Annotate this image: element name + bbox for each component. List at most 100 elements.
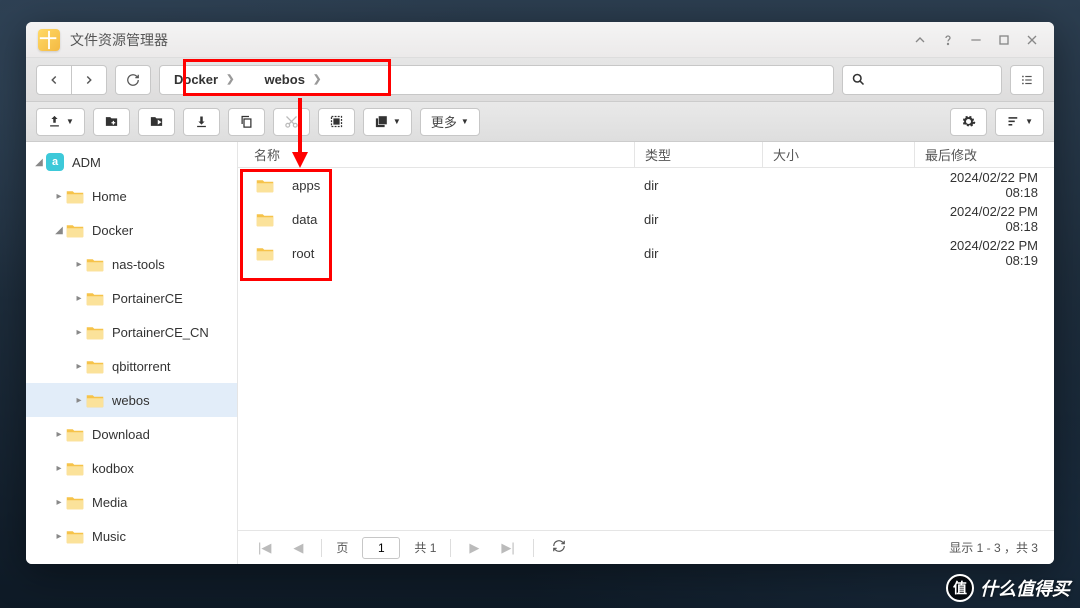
tree-toggle-icon[interactable]: ▸ — [72, 257, 86, 271]
tree-toggle-icon[interactable]: ▸ — [52, 427, 66, 441]
file-date: 2024/02/22 PM 08:18 — [914, 168, 1054, 202]
file-row[interactable]: appsdir2024/02/22 PM 08:18 — [238, 168, 1054, 202]
tree-label: Download — [92, 427, 150, 442]
folder-icon — [66, 563, 84, 565]
folder-icon — [86, 359, 104, 374]
tree-label: PortainerCE — [112, 291, 183, 306]
maximize-button[interactable] — [990, 26, 1018, 54]
pager: |◀ ◀ 页 共 1 ▶ ▶| 显示 1 - 3 ，共 3 — [238, 530, 1054, 564]
page-prev-button[interactable]: ◀ — [289, 540, 307, 556]
tree-toggle-icon[interactable]: ▸ — [72, 359, 86, 373]
tree-item-qbittorrent[interactable]: ▸ qbittorrent — [26, 349, 237, 383]
folder-icon — [66, 427, 84, 442]
breadcrumb-item-docker[interactable]: Docker ❯ — [174, 72, 234, 87]
tree-item-webos[interactable]: ▸webos — [26, 383, 237, 417]
column-size[interactable]: 大小 — [762, 142, 914, 167]
tree-item-download[interactable]: ▸ Download — [26, 417, 237, 451]
tree-item-home[interactable]: ▸ Home — [26, 179, 237, 213]
tree-label: Docker — [92, 223, 133, 238]
folder-icon — [66, 461, 84, 476]
column-date[interactable]: 最后修改 — [914, 142, 1054, 167]
tree-label: kodbox — [92, 461, 134, 476]
breadcrumb[interactable]: Docker ❯ webos ❯ — [159, 65, 834, 95]
tree-item-plex[interactable]: ▸Plex — [26, 553, 237, 564]
folder-icon — [256, 246, 274, 261]
tree-label: qbittorrent — [112, 359, 171, 374]
caret-down-icon: ▼ — [461, 117, 469, 126]
tree-toggle-icon[interactable]: ▸ — [52, 529, 66, 543]
folder-icon — [256, 212, 274, 227]
file-manager-window: 文件资源管理器 Docker — [26, 22, 1054, 564]
tree-toggle-icon[interactable]: ◢ — [52, 223, 66, 237]
file-size — [762, 236, 914, 270]
tree-toggle-icon[interactable]: ◢ — [32, 155, 46, 169]
download-button[interactable] — [183, 108, 220, 136]
folder-icon — [66, 529, 84, 544]
titlebar: 文件资源管理器 — [26, 22, 1054, 58]
cut-button[interactable] — [273, 108, 310, 136]
adm-icon: a — [46, 153, 64, 171]
chevron-right-icon: ❯ — [226, 74, 234, 85]
page-last-button[interactable]: ▶| — [497, 540, 518, 556]
new-folder-button[interactable] — [93, 108, 130, 136]
view-list-button[interactable] — [1010, 65, 1044, 95]
tree-toggle-icon[interactable]: ▸ — [72, 393, 86, 407]
search-input[interactable] — [842, 65, 1002, 95]
tree-toggle-icon[interactable]: ▸ — [52, 563, 66, 564]
forward-button[interactable] — [72, 65, 107, 95]
file-type: dir — [634, 202, 762, 236]
new-folder-shared-button[interactable] — [138, 108, 175, 136]
tree-item-docker[interactable]: ◢ Docker — [26, 213, 237, 247]
folder-icon — [256, 178, 274, 193]
back-button[interactable] — [36, 65, 72, 95]
tree-root[interactable]: ◢aADM — [26, 145, 237, 179]
caret-down-icon: ▼ — [393, 117, 401, 126]
sort-button[interactable]: ▼ — [995, 108, 1044, 136]
page-refresh-button[interactable] — [548, 539, 570, 556]
page-next-button[interactable]: ▶ — [465, 540, 483, 556]
minimize-button[interactable] — [962, 26, 990, 54]
file-date: 2024/02/22 PM 08:18 — [914, 202, 1054, 236]
file-name: data — [292, 212, 317, 227]
page-first-button[interactable]: |◀ — [254, 540, 275, 556]
tree-item-media[interactable]: ▸ Media — [26, 485, 237, 519]
tree-toggle-icon[interactable]: ▸ — [72, 291, 86, 305]
column-name[interactable]: 名称 — [238, 145, 634, 164]
column-type[interactable]: 类型 — [634, 142, 762, 167]
settings-button[interactable] — [950, 108, 987, 136]
tree-item-music[interactable]: ▸Music — [26, 519, 237, 553]
help-button[interactable] — [934, 26, 962, 54]
properties-button[interactable]: ▼ — [363, 108, 412, 136]
page-input[interactable] — [362, 537, 400, 559]
close-button[interactable] — [1018, 26, 1046, 54]
search-icon — [851, 72, 866, 87]
tree-label: Home — [92, 189, 127, 204]
more-button[interactable]: 更多 ▼ — [420, 108, 480, 136]
file-row[interactable]: rootdir2024/02/22 PM 08:19 — [238, 236, 1054, 270]
tree-toggle-icon[interactable]: ▸ — [52, 461, 66, 475]
folder-icon — [66, 495, 84, 510]
tree-toggle-icon[interactable]: ▸ — [52, 189, 66, 203]
file-row[interactable]: data dir 2024/02/22 PM 08:18 — [238, 202, 1054, 236]
upload-button[interactable]: ▼ — [36, 108, 85, 136]
tree-label: PortainerCE_CN — [112, 325, 209, 340]
collapse-button[interactable] — [906, 26, 934, 54]
file-date: 2024/02/22 PM 08:19 — [914, 236, 1054, 270]
select-all-button[interactable] — [318, 108, 355, 136]
tree-label: Media — [92, 495, 127, 510]
breadcrumb-item-webos[interactable]: webos ❯ — [264, 72, 321, 87]
caret-down-icon: ▼ — [66, 117, 74, 126]
tree-item-portainerce_cn[interactable]: ▸ PortainerCE_CN — [26, 315, 237, 349]
tree-toggle-icon[interactable]: ▸ — [52, 495, 66, 509]
tree-toggle-icon[interactable]: ▸ — [72, 325, 86, 339]
pager-status: 显示 1 - 3 ，共 3 — [949, 539, 1038, 556]
tree-item-nas-tools[interactable]: ▸nas-tools — [26, 247, 237, 281]
file-type: dir — [634, 168, 762, 202]
tree-item-kodbox[interactable]: ▸ kodbox — [26, 451, 237, 485]
folder-icon — [86, 325, 104, 340]
copy-button[interactable] — [228, 108, 265, 136]
window-title: 文件资源管理器 — [70, 30, 906, 50]
tree-item-portainerce[interactable]: ▸ PortainerCE — [26, 281, 237, 315]
folder-icon — [66, 189, 84, 204]
refresh-button[interactable] — [115, 65, 151, 95]
